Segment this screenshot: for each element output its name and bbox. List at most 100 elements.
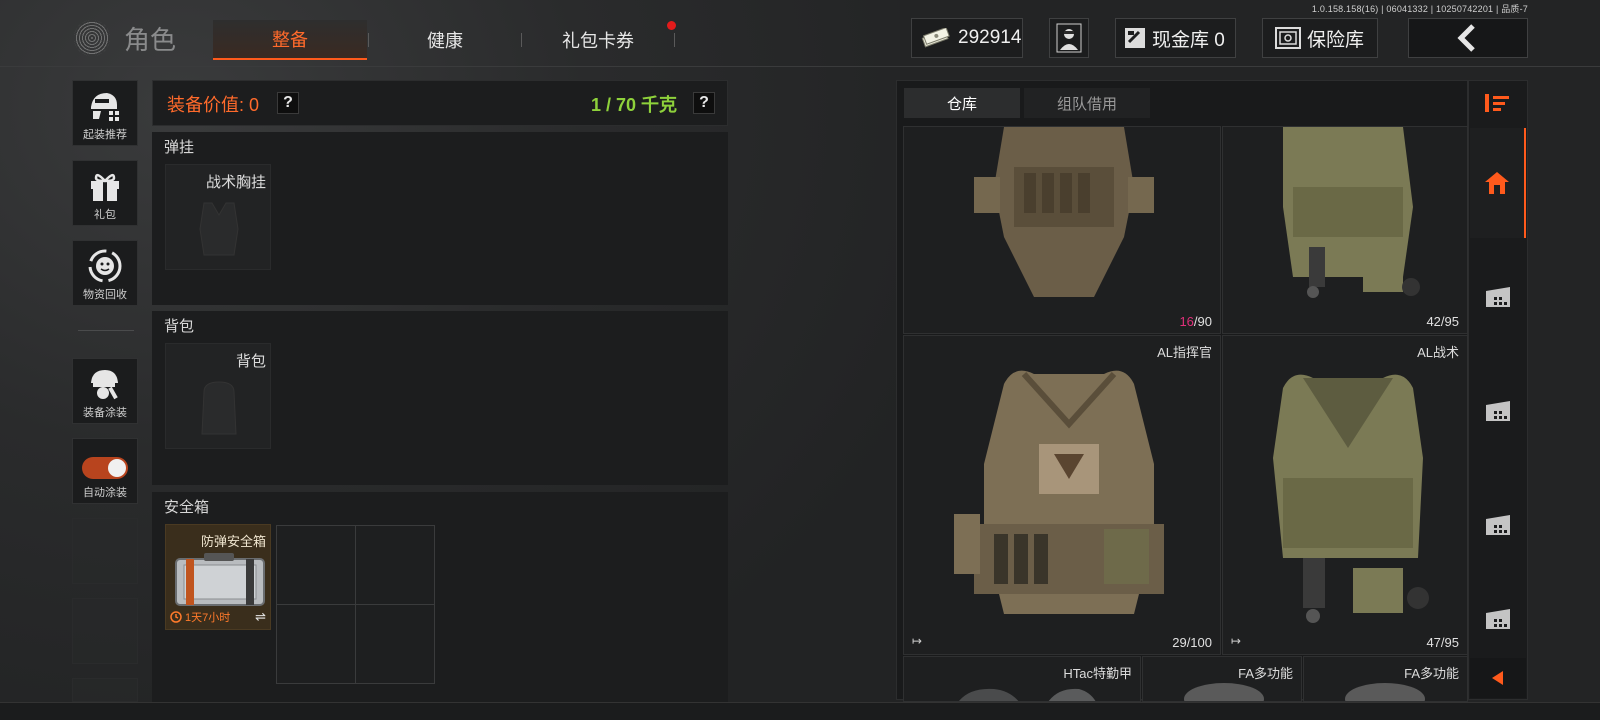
vest-item-icon — [974, 127, 1154, 297]
header-divider — [0, 66, 1600, 67]
weight-help-button[interactable]: ? — [693, 92, 715, 114]
notification-dot — [667, 21, 676, 30]
tab-warehouse[interactable]: 仓库 — [904, 88, 1020, 118]
tab-divider — [368, 33, 369, 47]
sort-button[interactable] — [1470, 86, 1526, 120]
vest-section-title: 弹挂 — [164, 139, 195, 156]
triangle-left-icon — [1492, 671, 1503, 685]
swap-icon[interactable]: ⇌ — [255, 609, 266, 625]
gift-label: 礼包 — [94, 209, 116, 221]
page-title: 角色 — [124, 24, 177, 55]
storage-tab-button[interactable] — [1470, 242, 1526, 352]
inventory-item[interactable]: 42/95 — [1222, 126, 1468, 334]
safe-box-slot-label: 防弹安全箱 — [200, 534, 266, 549]
tab-gift-coupons[interactable]: 礼包卡券 — [523, 20, 673, 60]
vest-item-icon — [1283, 127, 1420, 298]
recycle-label: 物资回收 — [83, 289, 127, 301]
inventory-item[interactable]: HTac特勤甲 — [903, 656, 1141, 702]
toggle-icon[interactable] — [82, 457, 128, 479]
chevron-left-icon — [1457, 24, 1475, 52]
tab-health[interactable]: 健康 — [370, 20, 520, 60]
backpack-section: 背包 背包 — [152, 311, 728, 485]
armor-item-icon — [959, 688, 1096, 701]
item-durability: 47/95 — [1426, 635, 1459, 650]
starter-loadout-button[interactable]: 起装推荐 — [72, 80, 138, 146]
backpack-slot[interactable]: 背包 — [165, 343, 271, 449]
item-name: AL战术 — [1417, 345, 1459, 360]
recycle-icon — [88, 249, 122, 283]
safe-icon — [1275, 27, 1301, 49]
cash-vault-label: 现金库 0 — [1152, 29, 1225, 51]
collapse-button[interactable] — [1470, 658, 1526, 698]
safe-box-section: 安全箱 防弹安全箱 1天7小时 ⇌ — [152, 492, 728, 702]
inventory-item[interactable]: FA多功能 — [1142, 656, 1302, 702]
safe-box-item-icon — [175, 553, 265, 606]
soldier-button[interactable] — [1049, 18, 1089, 58]
helmet-item-icon — [1184, 683, 1264, 701]
value-help-button[interactable]: ? — [277, 92, 299, 114]
inventory-item[interactable]: FA多功能 — [1303, 656, 1468, 702]
item-durability: 16/90 — [1179, 314, 1212, 329]
item-durability: 42/95 — [1426, 314, 1459, 329]
storage-box-icon — [1486, 401, 1510, 421]
safe-box-grid-cell[interactable] — [355, 604, 435, 684]
soldier-icon — [1056, 23, 1082, 53]
vest-item-icon — [1273, 374, 1429, 623]
safe-box-section-title: 安全箱 — [164, 499, 210, 516]
backpack-slot-label: 背包 — [235, 353, 266, 370]
safe-box-grid-cell[interactable] — [355, 525, 435, 605]
tab-divider — [674, 33, 675, 47]
safe-box-grid-cell[interactable] — [276, 604, 356, 684]
tab-loadout[interactable]: 整备 — [213, 20, 367, 60]
vest-slot[interactable]: 战术胸挂 — [165, 164, 271, 270]
storage-tab-button[interactable] — [1470, 356, 1526, 466]
menu-divider — [78, 330, 134, 331]
auto-paint-toggle[interactable]: 自动涂装 — [72, 438, 138, 504]
vest-section: 弹挂 战术胸挂 — [152, 132, 728, 305]
inventory-item[interactable]: AL战术 ↦ 47/95 — [1222, 335, 1468, 655]
cash-vault-button[interactable]: 现金库 0 — [1115, 18, 1236, 58]
vault-icon — [1125, 28, 1145, 48]
storage-tab-button[interactable] — [1470, 470, 1526, 580]
vest-slot-label: 战术胸挂 — [205, 174, 266, 191]
home-icon — [1485, 172, 1509, 194]
exit-icon: ↦ — [912, 634, 923, 648]
cash-icon — [921, 28, 950, 48]
home-tab-button[interactable] — [1470, 128, 1526, 238]
empty-menu-slot — [72, 678, 138, 702]
safe-box-grid-cell[interactable] — [276, 525, 356, 605]
inventory-item[interactable]: 16/90 — [903, 126, 1221, 334]
equipment-value: 装备价值: 0 — [167, 95, 260, 115]
safe-vault-button[interactable]: 保险库 — [1262, 18, 1378, 58]
storage-box-icon — [1486, 287, 1510, 307]
currency-display[interactable]: 292914 — [911, 18, 1023, 58]
auto-paint-label: 自动涂装 — [83, 487, 127, 499]
backpack-section-title: 背包 — [164, 318, 195, 335]
helmet-item-icon — [1345, 683, 1425, 701]
version-info: 1.0.158.158(16) | 06041332 | 10250742201… — [1311, 4, 1528, 14]
equipment-value-bar: 装备价值: 0 ? 1 / 70 千克 ? — [152, 80, 728, 126]
recycle-button[interactable]: 物资回收 — [72, 240, 138, 306]
gift-icon — [91, 173, 119, 201]
item-name: AL指挥官 — [1157, 345, 1212, 360]
inventory-item[interactable]: AL指挥官 ↦ 29/100 — [903, 335, 1221, 655]
sort-icon — [1485, 94, 1509, 112]
fingerprint-icon — [74, 20, 110, 56]
starter-loadout-label: 起装推荐 — [83, 129, 127, 141]
equipment-paint-label: 装备涂装 — [83, 407, 127, 419]
exit-icon: ↦ — [1231, 634, 1242, 648]
currency-amount: 292914 — [958, 27, 1022, 48]
gift-button[interactable]: 礼包 — [72, 160, 138, 226]
storage-box-icon — [1486, 515, 1510, 535]
helmet-gear-icon — [91, 93, 119, 121]
back-button[interactable] — [1408, 18, 1528, 58]
storage-tab-button[interactable] — [1470, 584, 1526, 654]
safe-box-slot[interactable]: 防弹安全箱 1天7小时 ⇌ — [165, 524, 271, 630]
equipment-paint-button[interactable]: 装备涂装 — [72, 358, 138, 424]
weight-capacity: 1 / 70 千克 — [590, 95, 677, 115]
bottom-bar — [0, 702, 1600, 720]
empty-menu-slot — [72, 518, 138, 584]
tab-team-borrow[interactable]: 组队借用 — [1024, 88, 1150, 118]
storage-box-icon — [1486, 609, 1510, 629]
item-durability: 29/100 — [1172, 635, 1212, 650]
